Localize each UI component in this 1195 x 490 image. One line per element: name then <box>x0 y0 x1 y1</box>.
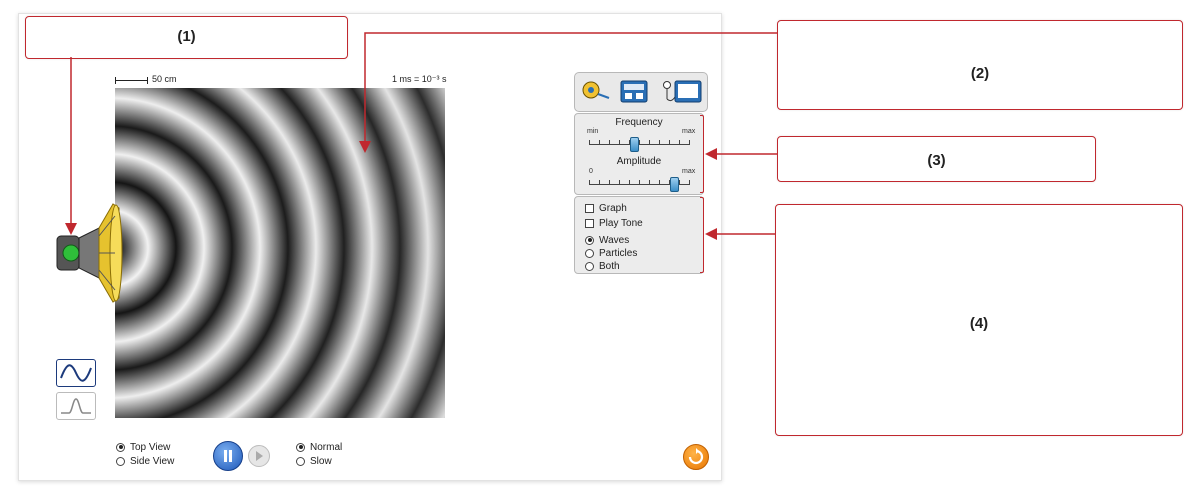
arrow-2 <box>359 32 777 153</box>
callout-arrows <box>65 32 777 240</box>
